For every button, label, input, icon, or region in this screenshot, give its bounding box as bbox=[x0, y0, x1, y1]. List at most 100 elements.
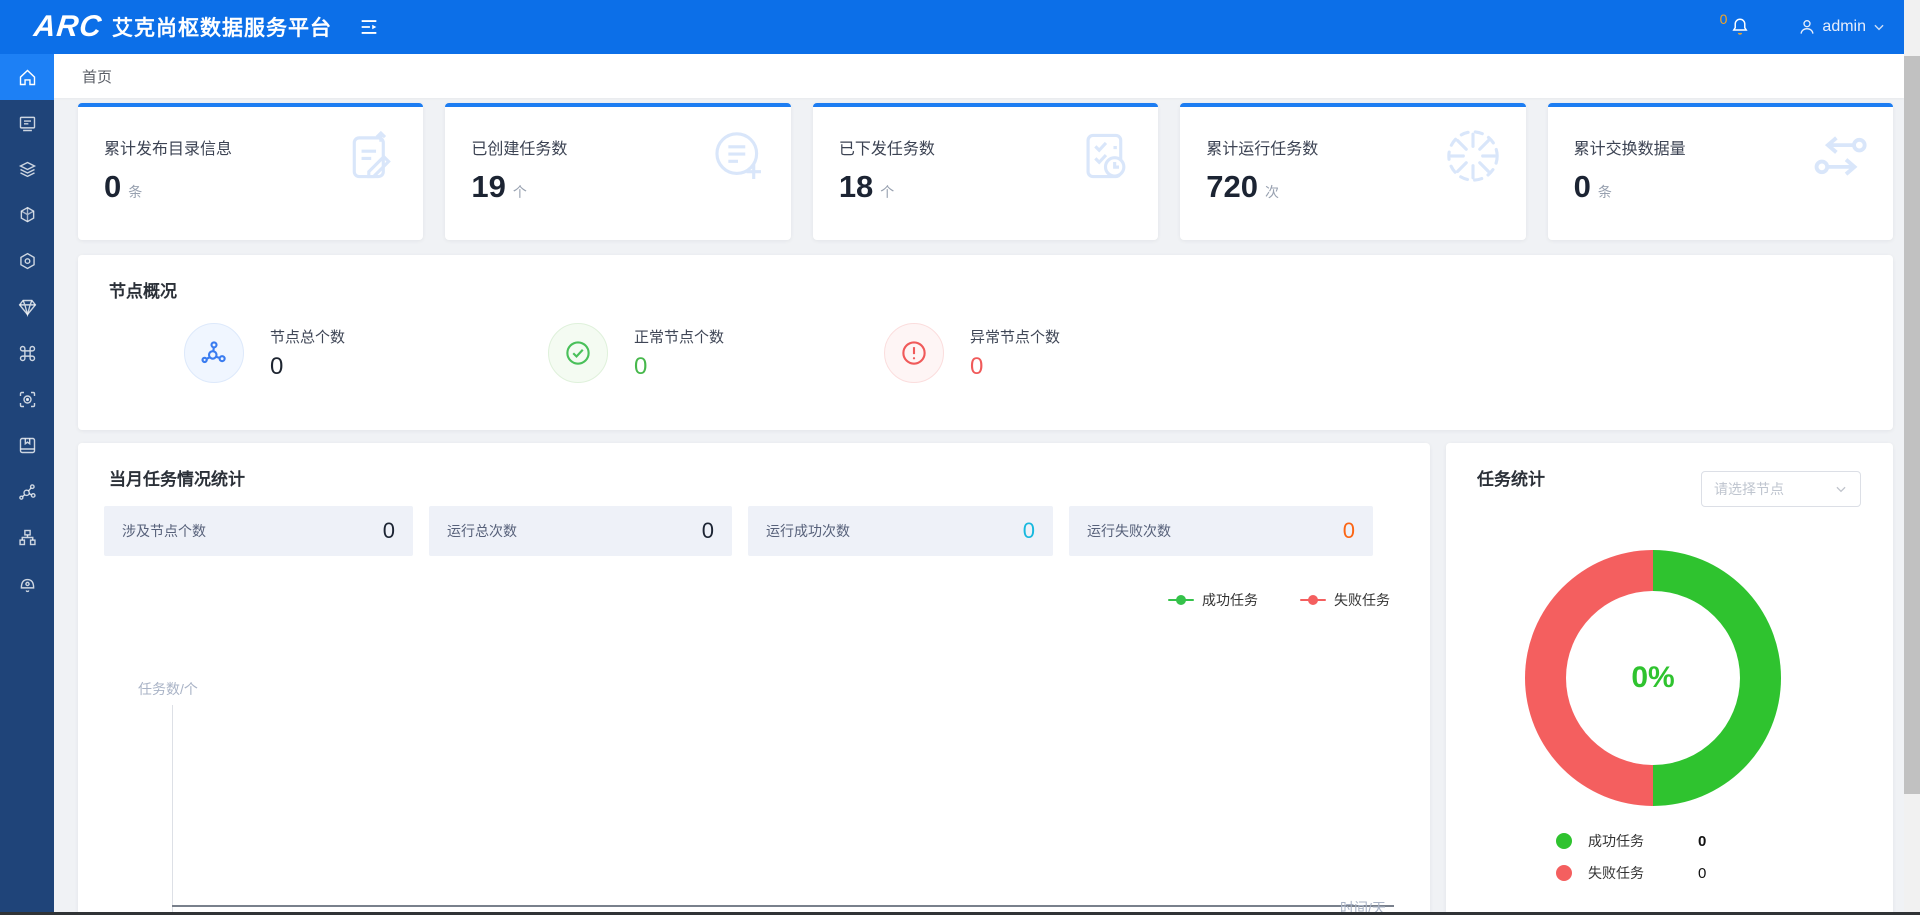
stat-box-value: 0 bbox=[1343, 518, 1355, 544]
stat-card-created: 已创建任务数 19 个 bbox=[445, 103, 790, 240]
breadcrumb[interactable]: 首页 bbox=[82, 66, 112, 87]
command-icon bbox=[17, 343, 38, 364]
task-stats-panel: 任务统计 请选择节点 0% 成功任务 0 失败任务 0 bbox=[1446, 443, 1893, 915]
scan-target-icon bbox=[17, 389, 38, 410]
stat-card-value: 18 bbox=[839, 169, 873, 204]
panel-title: 任务统计 bbox=[1477, 465, 1545, 490]
stat-card-label: 已下发任务数 bbox=[839, 135, 935, 159]
exchange-cube-icon bbox=[17, 205, 38, 226]
node-error-item: 异常节点个数 0 bbox=[884, 323, 1060, 383]
task-donut-chart[interactable]: 0% bbox=[1525, 550, 1781, 806]
node-total-item: 节点总个数 0 bbox=[184, 323, 345, 383]
dashboard-page: ARC 艾克尚枢数据服务平台 0 bbox=[0, 0, 1920, 915]
stat-card-dispatched: 已下发任务数 18个 bbox=[813, 103, 1158, 240]
scrollbar-track[interactable] bbox=[1904, 0, 1920, 915]
service-molecule-icon bbox=[17, 481, 38, 502]
chevron-down-icon bbox=[1872, 20, 1886, 34]
stat-box-label: 运行成功次数 bbox=[766, 521, 850, 541]
legend-label: 成功任务 bbox=[1202, 590, 1258, 610]
legend-item-fail[interactable]: 失败任务 bbox=[1300, 590, 1390, 610]
pie-legend-label: 失败任务 bbox=[1588, 863, 1698, 883]
sidebar-item-org[interactable] bbox=[0, 514, 54, 560]
app-title: 艾克尚枢数据服务平台 bbox=[112, 12, 332, 42]
user-icon bbox=[1797, 17, 1817, 37]
stat-card-catalog: 累计发布目录信息 0条 bbox=[78, 103, 423, 240]
task-dispatched-icon bbox=[1076, 127, 1134, 185]
panel-title: 当月任务情况统计 bbox=[109, 465, 245, 490]
user-menu[interactable]: admin bbox=[1797, 17, 1886, 37]
stat-card-unit: 条 bbox=[1598, 184, 1612, 200]
sidebar-item-service[interactable] bbox=[0, 468, 54, 514]
stat-box-nodes: 涉及节点个数 0 bbox=[104, 506, 413, 556]
stat-box-failed-runs: 运行失败次数 0 bbox=[1069, 506, 1373, 556]
stat-cards-row: 累计发布目录信息 0条 已创建任务数 19个 bbox=[78, 103, 1893, 240]
pie-legend-value: 0 bbox=[1698, 865, 1706, 882]
org-sitemap-icon bbox=[17, 527, 38, 548]
stat-card-value: 720 bbox=[1206, 169, 1258, 204]
line-dot-marker bbox=[1300, 595, 1326, 605]
catalog-icon bbox=[17, 113, 38, 134]
stat-box-value: 0 bbox=[383, 518, 395, 544]
donut-center-value: 0% bbox=[1631, 661, 1674, 695]
node-label: 节点总个数 bbox=[270, 326, 345, 347]
node-error-icon bbox=[884, 323, 944, 383]
logo-area: ARC 艾克尚枢数据服务平台 bbox=[0, 10, 380, 44]
sidebar-item-monitor[interactable] bbox=[0, 376, 54, 422]
stat-card-exchanged: 累计交换数据量 0条 bbox=[1548, 103, 1893, 240]
node-value: 0 bbox=[634, 353, 724, 381]
alert-bell-icon bbox=[17, 573, 38, 594]
stat-card-label: 累计发布目录信息 bbox=[104, 135, 232, 159]
stat-card-value: 19 bbox=[471, 169, 505, 204]
resource-book-icon bbox=[17, 435, 38, 456]
sidebar-item-asset[interactable] bbox=[0, 284, 54, 330]
menu-collapse-icon[interactable] bbox=[358, 16, 380, 38]
node-select-dropdown[interactable]: 请选择节点 bbox=[1701, 471, 1861, 507]
node-value: 0 bbox=[270, 353, 345, 381]
stat-card-unit: 条 bbox=[128, 184, 142, 200]
sidebar-item-workbench[interactable] bbox=[0, 330, 54, 376]
sidebar-item-model[interactable] bbox=[0, 238, 54, 284]
breadcrumb-bar: 首页 bbox=[54, 54, 1904, 98]
node-overview-panel: 节点概况 节点总个数 0 正常节点个数 0 异常节点个数 bbox=[78, 255, 1893, 430]
home-icon bbox=[17, 67, 38, 88]
task-running-icon bbox=[1444, 127, 1502, 185]
sidebar-item-exchange[interactable] bbox=[0, 192, 54, 238]
stat-card-running: 累计运行任务数 720 次 bbox=[1180, 103, 1525, 240]
layers-icon bbox=[17, 159, 38, 180]
legend-item-success[interactable]: 成功任务 bbox=[1168, 590, 1258, 610]
notification-count: 0 bbox=[1720, 11, 1728, 27]
legend-label: 失败任务 bbox=[1334, 590, 1390, 610]
stat-card-label: 已创建任务数 bbox=[471, 135, 567, 159]
username: admin bbox=[1822, 18, 1866, 36]
chevron-down-icon bbox=[1834, 482, 1848, 496]
stat-card-label: 累计交换数据量 bbox=[1574, 135, 1686, 159]
stat-card-unit: 个 bbox=[513, 184, 527, 200]
stat-card-value: 0 bbox=[104, 169, 121, 204]
stat-card-unit: 次 bbox=[1265, 184, 1279, 200]
sidebar-item-layers[interactable] bbox=[0, 146, 54, 192]
panel-title: 节点概况 bbox=[109, 277, 177, 302]
scrollbar-thumb[interactable] bbox=[1904, 56, 1920, 794]
sidebar-item-alerts[interactable] bbox=[0, 560, 54, 606]
line-dot-marker bbox=[1168, 595, 1194, 605]
node-total-icon bbox=[184, 323, 244, 383]
node-value: 0 bbox=[970, 353, 1060, 381]
green-dot-icon bbox=[1556, 833, 1572, 849]
stat-box-success-runs: 运行成功次数 0 bbox=[748, 506, 1053, 556]
asset-gem-icon bbox=[17, 297, 38, 318]
stat-card-value: 0 bbox=[1574, 169, 1591, 204]
bell-icon[interactable] bbox=[1729, 16, 1751, 38]
pie-legend-success[interactable]: 成功任务 0 bbox=[1556, 831, 1706, 851]
x-axis-line bbox=[172, 905, 1394, 907]
node-label: 异常节点个数 bbox=[970, 326, 1060, 347]
select-placeholder: 请选择节点 bbox=[1714, 479, 1784, 499]
sidebar-item-home[interactable] bbox=[0, 54, 54, 100]
y-axis-line bbox=[172, 705, 173, 915]
sidebar-item-resource[interactable] bbox=[0, 422, 54, 468]
sidebar-item-catalog[interactable] bbox=[0, 100, 54, 146]
stat-card-label: 累计运行任务数 bbox=[1206, 135, 1318, 159]
y-axis-label: 任务数/个 bbox=[138, 679, 198, 699]
app-header: ARC 艾克尚枢数据服务平台 0 bbox=[0, 0, 1920, 54]
pie-legend-fail[interactable]: 失败任务 0 bbox=[1556, 863, 1706, 883]
logo: ARC bbox=[32, 10, 104, 44]
